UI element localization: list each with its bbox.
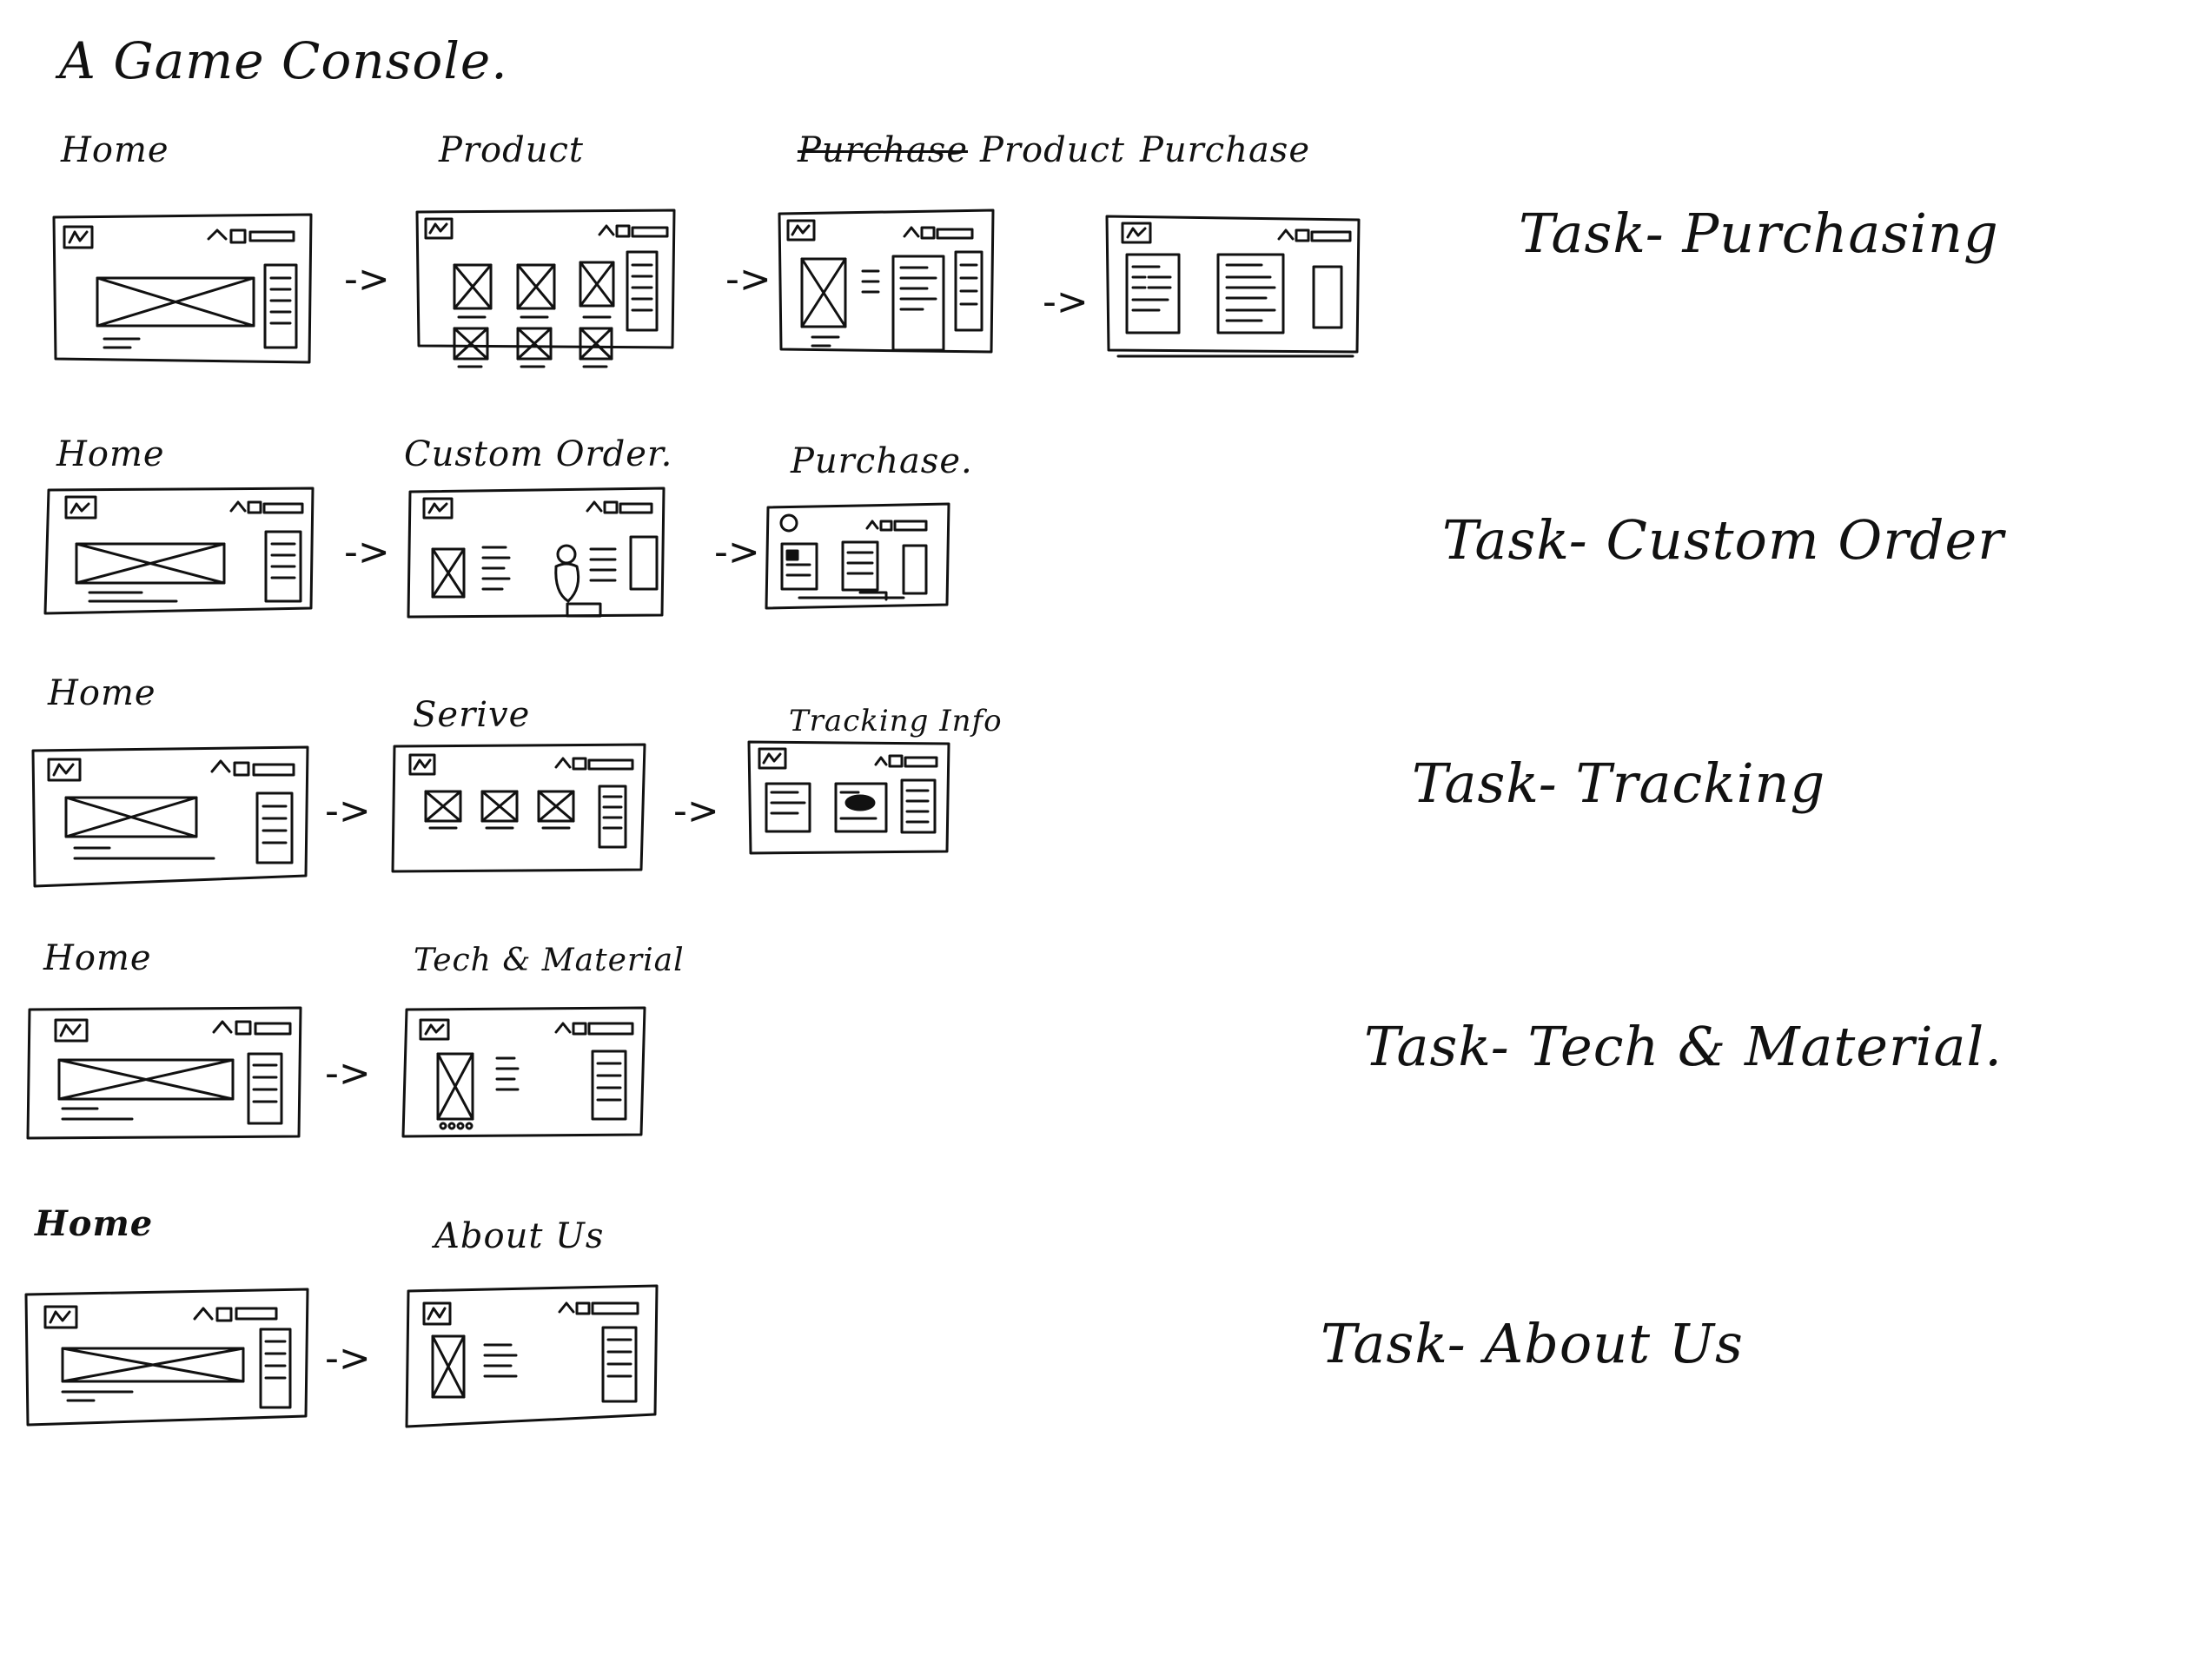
flow-arrow: -> <box>325 1051 371 1096</box>
flow-arrow: -> <box>325 789 371 833</box>
screen-label-product: Product <box>439 130 584 170</box>
flow-arrow: -> <box>673 789 719 833</box>
screen-label-text: Product <box>980 130 1125 170</box>
home-wireframe <box>43 487 315 615</box>
screen-label-tech-material: Tech & Material <box>414 943 685 978</box>
flow-arrow: -> <box>344 257 390 301</box>
task-label: Task- Purchasing <box>1519 202 1999 265</box>
screen-label-tracking-info: Tracking Info <box>789 704 1003 738</box>
tech-material-wireframe <box>401 1006 646 1138</box>
screen-label-purchase: Purchase. <box>791 441 973 481</box>
flow-arrow: -> <box>725 257 772 301</box>
task-label: Task- Custom Order <box>1442 508 2004 572</box>
task-label: Task- About Us <box>1321 1312 1744 1375</box>
about-us-wireframe <box>405 1284 659 1428</box>
service-wireframe <box>391 743 646 873</box>
home-wireframe <box>26 1006 302 1140</box>
screen-label-home: Home <box>35 1203 154 1244</box>
home-wireframe <box>31 745 309 888</box>
home-wireframe <box>24 1288 309 1427</box>
struck-out-label: Purchase <box>798 130 969 170</box>
screen-label-service: Serive <box>413 695 531 735</box>
custom-order-wireframe <box>407 487 666 619</box>
product-detail-wireframe <box>778 209 995 354</box>
home-wireframe <box>52 213 313 364</box>
product-wireframe <box>415 209 676 368</box>
purchase-wireframe <box>1105 215 1361 358</box>
flow-arrow: -> <box>325 1336 371 1381</box>
purchase-wireframe <box>765 502 950 610</box>
screen-label-purchase: Purchase <box>1140 130 1311 170</box>
page-title: A Game Console. <box>59 31 508 90</box>
screen-label-home: Home <box>43 938 152 978</box>
screen-label-custom-order: Custom Order. <box>404 434 673 474</box>
screen-label-about-us: About Us <box>434 1216 605 1256</box>
tracking-info-wireframe <box>747 740 950 855</box>
screen-label-home: Home <box>61 130 169 170</box>
screen-label-home: Home <box>56 434 165 474</box>
task-label: Task- Tracking <box>1412 752 1826 815</box>
flow-arrow: -> <box>714 530 760 574</box>
screen-label-home: Home <box>48 673 156 713</box>
flow-arrow: -> <box>344 530 390 574</box>
flow-arrow: -> <box>1043 280 1089 324</box>
screen-label-product-revised: Purchase Product <box>798 130 1125 170</box>
task-label: Task- Tech & Material. <box>1364 1015 2003 1078</box>
